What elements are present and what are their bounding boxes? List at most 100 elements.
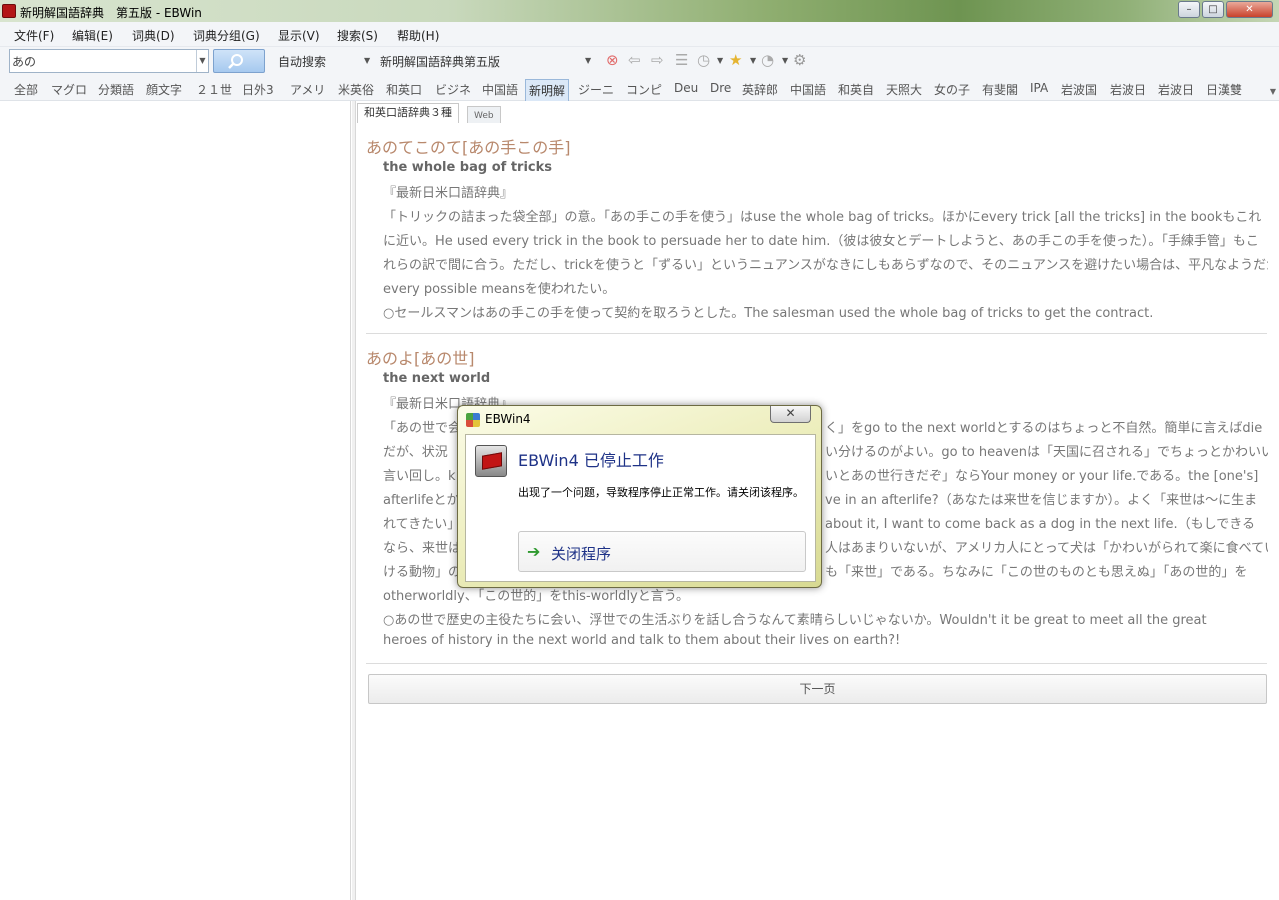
dict-group-tab[interactable]: 日外3 xyxy=(242,81,274,98)
menu-edit[interactable]: 编辑(E) xyxy=(72,27,113,44)
entry-text-line: く」をgo to the next worldとするのはちょっと不自然。簡単に言… xyxy=(825,421,1263,436)
entry-text-line: 『最新日米口語辞典』 xyxy=(383,186,514,201)
dict-group-tab[interactable]: 日漢雙 xyxy=(1206,81,1242,98)
close-button[interactable]: ✕ xyxy=(1226,1,1273,18)
chevron-down-icon[interactable]: ▼ xyxy=(717,56,723,65)
dictionary-group-bar: 全部 マグロ 分類語 顔文字 ２１世 日外3 アメリ 米英俗 和英口 ビジネ 中国語 新明解 ジーニ コン… xyxy=(0,77,1279,102)
menu-file[interactable]: 文件(F) xyxy=(14,27,54,44)
entry-text-line: に近い。He used every trick in the book to p… xyxy=(383,234,1259,249)
dict-group-tab[interactable]: 和英口 xyxy=(386,81,422,98)
entry-text-line: れらの訳で間に合う。ただし、trickを使うと「ずるい」というニュアンスがなきに… xyxy=(383,258,1268,273)
entry-text-line: 「トリックの詰まった袋全部」の意。「あの手この手を使う」はuse the who… xyxy=(383,210,1262,225)
dialog-title: EBWin4 xyxy=(485,412,531,426)
menu-dictionary[interactable]: 词典(D) xyxy=(132,27,175,44)
chevron-down-icon[interactable]: ▼ xyxy=(364,56,370,65)
entry-translation: the next world xyxy=(383,371,491,386)
title-bar: 新明解国語辞典 第五版 - EBWin – □ ✕ xyxy=(0,0,1279,22)
green-arrow-icon: ➔ xyxy=(527,542,541,561)
dict-group-tab[interactable]: Deu xyxy=(674,81,698,95)
menu-search[interactable]: 搜索(S) xyxy=(337,27,378,44)
dict-group-tab[interactable]: ２１世 xyxy=(196,81,232,98)
dict-group-tab[interactable]: ジーニ xyxy=(578,81,614,98)
search-button[interactable] xyxy=(213,49,265,73)
list-icon[interactable]: ☰ xyxy=(675,52,688,68)
clock-icon[interactable]: ◔ xyxy=(761,52,774,68)
favorite-star-icon[interactable]: ★ xyxy=(729,52,742,68)
entry-text-line: ○あの世で歴史の主役たちに会い、浮世での生活ぶりを話し合うなんて素晴らしいじゃな… xyxy=(383,613,1207,628)
back-icon[interactable]: ⇦ xyxy=(628,52,641,68)
entry-divider xyxy=(366,333,1267,334)
entry-translation: the whole bag of tricks xyxy=(383,160,552,175)
entry-text-line: every possible meansを使われたい。 xyxy=(383,282,616,297)
search-mode-select[interactable]: 自动搜索 xyxy=(278,53,326,70)
menu-help[interactable]: 帮助(H) xyxy=(397,27,439,44)
dialog-heading: EBWin4 已停止工作 xyxy=(518,451,664,470)
chevron-down-icon[interactable]: ▼ xyxy=(585,56,591,65)
maximize-button[interactable]: □ xyxy=(1202,1,1224,18)
tab-wayei[interactable]: 和英口語辞典３種 xyxy=(357,103,459,123)
result-list-panel[interactable] xyxy=(0,101,351,900)
entry-headword: あのよ[あの世] xyxy=(366,349,475,368)
menu-dict-group[interactable]: 词典分组(G) xyxy=(193,27,260,44)
dict-group-tab[interactable]: 女の子 xyxy=(934,81,970,98)
dict-group-tab[interactable]: 岩波国 xyxy=(1061,81,1097,98)
dict-group-tab[interactable]: 顔文字 xyxy=(146,81,182,98)
entry-text-line: ○セールスマンはあの手この手を使って契約を取ろうとした。The salesman… xyxy=(383,306,1154,321)
dict-group-tab[interactable]: 天照大 xyxy=(886,81,922,98)
entry-text-line: 人はあまりいないが、アメリカ人にとって犬は「かわいがられて楽に食べてい xyxy=(825,541,1268,556)
entry-text-line: about it, I want to come back as a dog i… xyxy=(825,517,1255,532)
toolbar: ▼ 自动搜索 ▼ 新明解国語辞典第五版 ▼ ⊗ ⇦ ⇨ ☰ ◷ ▼ ★ ▼ ◔ … xyxy=(0,47,1279,77)
ebwin-program-icon xyxy=(475,445,507,477)
search-history-dropdown[interactable]: ▼ xyxy=(196,50,208,72)
entry-text-line: いとあの世行きだぞ」ならYour money or your life.である。… xyxy=(825,469,1259,484)
stop-icon[interactable]: ⊗ xyxy=(606,52,619,68)
chevron-down-icon[interactable]: ▼ xyxy=(782,56,788,65)
windows-flag-icon xyxy=(466,413,480,427)
dict-group-tab[interactable]: 分類語 xyxy=(98,81,134,98)
search-input[interactable] xyxy=(12,52,192,70)
dialog-close-button[interactable]: ✕ xyxy=(770,406,811,423)
dict-group-tab[interactable]: コンピ xyxy=(626,81,662,98)
chevron-down-icon[interactable]: ▼ xyxy=(750,56,756,65)
tab-web[interactable]: Web xyxy=(467,106,501,123)
chevron-down-icon[interactable]: ▼ xyxy=(1270,87,1276,96)
magnifier-icon xyxy=(228,54,243,69)
dict-group-tab[interactable]: 有斐閣 xyxy=(982,81,1018,98)
dict-group-tab[interactable]: 英辞郎 xyxy=(742,81,778,98)
entry-text-line: ve in an afterlife?（あなたは来世を信じますか）。よく「来世は… xyxy=(825,493,1258,508)
dict-group-tab[interactable]: 米英俗 xyxy=(338,81,374,98)
entry-text-line: い分けるのがよい。go to heavenは「天国に召される」でちょっとかわいい xyxy=(825,445,1268,460)
entry-text-line: も「来世」である。ちなみに「この世のものとも思えぬ」「あの世的」を xyxy=(825,565,1248,580)
dict-group-tab[interactable]: マグロ xyxy=(51,81,87,98)
error-dialog: EBWin4 ✕ EBWin4 已停止工作 出现了一个问题，导致程序停止正常工作… xyxy=(457,405,822,588)
menu-bar: 文件(F) 编辑(E) 词典(D) 词典分组(G) 显示(V) 搜索(S) 帮助… xyxy=(0,22,1279,47)
dict-group-tab[interactable]: ビジネ xyxy=(435,81,471,98)
dict-group-tab[interactable]: 岩波日 xyxy=(1158,81,1194,98)
dict-group-tab[interactable]: Dre xyxy=(710,81,731,95)
menu-view[interactable]: 显示(V) xyxy=(278,27,320,44)
dict-group-tab[interactable]: 中国語 xyxy=(482,81,518,98)
entry-headword: あのてこのて[あの手この手] xyxy=(366,138,571,157)
history-icon[interactable]: ◷ xyxy=(697,52,710,68)
entry-text-line: heroes of history in the next world and … xyxy=(383,633,901,648)
search-box: ▼ xyxy=(9,49,209,73)
close-program-button[interactable]: ➔ 关闭程序 xyxy=(518,531,806,572)
minimize-button[interactable]: – xyxy=(1178,1,1200,18)
close-program-label: 关闭程序 xyxy=(551,545,612,563)
dict-group-tab[interactable]: 全部 xyxy=(14,81,38,98)
window-title: 新明解国語辞典 第五版 - EBWin xyxy=(20,6,202,20)
dict-group-tab[interactable]: 新明解 xyxy=(525,79,570,102)
next-page-button[interactable]: 下一页 xyxy=(368,674,1267,704)
dict-group-tab[interactable]: アメリ xyxy=(290,81,325,98)
dialog-message: 出现了一个问题，导致程序停止正常工作。请关闭该程序。 xyxy=(518,486,804,499)
dict-group-tab[interactable]: 中国語 xyxy=(790,81,826,98)
dict-group-tab[interactable]: IPA xyxy=(1030,81,1048,95)
dict-group-tab[interactable]: 岩波日 xyxy=(1110,81,1146,98)
entry-divider xyxy=(366,663,1267,664)
forward-icon[interactable]: ⇨ xyxy=(651,52,664,68)
ebwin-app-icon[interactable] xyxy=(2,4,16,18)
dictionary-select[interactable]: 新明解国語辞典第五版 xyxy=(380,53,500,70)
gear-icon[interactable]: ⚙ xyxy=(793,52,806,68)
dict-group-tab[interactable]: 和英自 xyxy=(838,81,874,98)
dialog-body: EBWin4 已停止工作 出现了一个问题，导致程序停止正常工作。请关闭该程序。 … xyxy=(465,434,816,582)
